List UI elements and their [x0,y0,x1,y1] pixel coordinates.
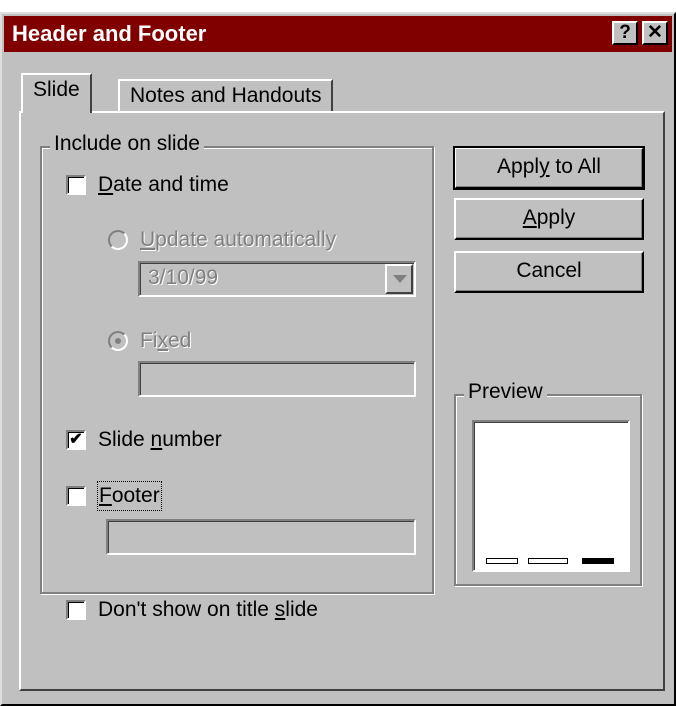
preview-number-placeholder [582,558,614,564]
date-time-checkbox[interactable] [66,175,86,195]
close-button[interactable]: ✕ [642,21,668,45]
include-group-legend: Include on slide [50,132,204,156]
fixed-date-input[interactable] [138,361,416,397]
chevron-down-icon[interactable] [385,264,413,294]
slide-number-checkbox[interactable]: ✔ [66,430,86,450]
apply-to-all-button[interactable]: Apply to All [453,146,645,190]
footer-label[interactable]: Footer [97,481,162,511]
dont-show-title-checkbox[interactable] [66,600,86,620]
preview-slide [472,420,630,572]
slide-number-label[interactable]: Slide number [98,426,222,454]
dont-show-title-label[interactable]: Don't show on title slide [98,596,318,624]
tab-notes-handouts-label: Notes and Handouts [130,84,322,107]
tab-slide-label: Slide [33,78,80,101]
footer-checkbox[interactable] [66,486,86,506]
tab-notes-handouts[interactable]: Notes and Handouts [118,79,334,111]
fixed-radio[interactable] [108,331,128,351]
update-automatically-label[interactable]: Update automatically [140,226,336,254]
cancel-button[interactable]: Cancel [454,251,644,293]
fixed-label[interactable]: Fixed [140,327,191,355]
preview-date-placeholder [486,558,518,564]
date-time-label[interactable]: Date and time [98,171,229,199]
help-icon: ? [619,22,631,43]
date-format-dropdown[interactable]: 3/10/99 [138,261,416,297]
dialog-title: Header and Footer [12,21,207,46]
preview-legend: Preview [464,380,547,404]
close-icon: ✕ [647,22,663,43]
tab-slide[interactable]: Slide [21,73,92,113]
preview-footer-placeholder [528,558,568,564]
apply-button[interactable]: Apply [454,198,644,240]
help-button[interactable]: ? [612,21,638,45]
header-footer-dialog: Header and Footer ? ✕ Slide Notes and Ha… [0,12,676,706]
footer-input[interactable] [106,519,416,555]
update-automatically-radio[interactable] [108,230,128,250]
title-bar[interactable]: Header and Footer ? ✕ [4,16,672,52]
check-icon: ✔ [69,431,83,448]
date-format-value: 3/10/99 [148,266,219,289]
